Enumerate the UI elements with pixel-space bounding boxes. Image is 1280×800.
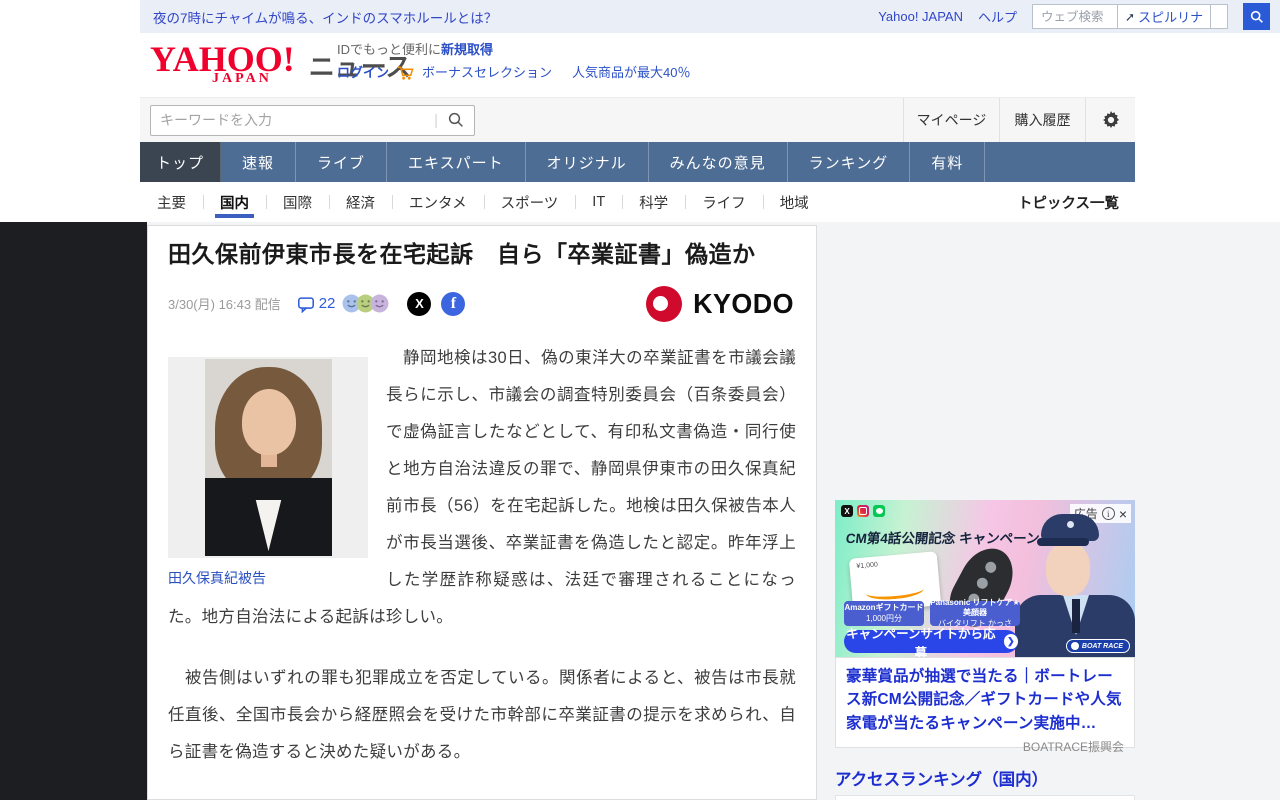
sidebar-ad[interactable]: X 広告 i × CM第4話公開記念 キャンペーン ¥1,000 Amazonギ…	[835, 500, 1135, 657]
arrow-right-icon: ❯	[1003, 634, 1018, 649]
x-share-button[interactable]: X	[407, 291, 432, 316]
toolbar-right-group: マイページ 購入履歴	[903, 98, 1135, 142]
category-domestic[interactable]: 国内	[203, 182, 266, 222]
help-link[interactable]: ヘルプ	[978, 7, 1017, 26]
web-search-input[interactable]	[1041, 9, 1117, 24]
comment-bubble-icon	[297, 295, 315, 313]
gift-card-value: ¥1,000	[856, 561, 879, 571]
search-divider: |	[434, 111, 438, 129]
trending-arrow-icon: ➚	[1125, 9, 1136, 24]
category-it[interactable]: IT	[575, 182, 622, 222]
comment-count-link[interactable]: 22	[297, 295, 336, 313]
signup-link[interactable]: 新規取得	[441, 42, 493, 57]
instagram-icon	[857, 505, 869, 517]
page-background-left-panel	[0, 222, 147, 800]
gear-icon	[1101, 110, 1121, 130]
keyword-search-input[interactable]	[160, 112, 435, 128]
kyodo-mark-icon	[645, 285, 682, 322]
amazon-smile-icon	[865, 580, 925, 602]
kyodo-logo-text: KYODO	[692, 287, 794, 319]
tab-sokuho[interactable]: 速報	[221, 142, 297, 182]
category-science[interactable]: 科学	[622, 182, 685, 222]
topics-list-link[interactable]: トピックス一覧	[1018, 192, 1135, 213]
category-world[interactable]: 国際	[266, 182, 329, 222]
category-region[interactable]: 地域	[762, 182, 826, 222]
news-ticker-bar: 夜の7時にチャイムが鳴る、インドのスマホルールとは？ Yahoo! JAPAN …	[140, 0, 1280, 33]
facebook-share-button[interactable]: f	[441, 291, 466, 316]
reaction-emoji-purple	[370, 294, 389, 313]
category-main[interactable]: 主要	[140, 182, 203, 222]
search-toolbar: | マイページ 購入履歴	[140, 97, 1135, 142]
cart-icon	[397, 65, 414, 81]
access-ranking-heading[interactable]: アクセスランキング（国内）	[835, 766, 1048, 790]
article-meta-row: 3/30(月) 16:43 配信 22 X f KYODO	[168, 285, 796, 322]
category-navigation: 主要 国内 国際 経済 エンタメ スポーツ IT 科学 ライフ 地域 トピックス…	[140, 182, 1135, 222]
ticker-right-group: Yahoo! JAPAN ヘルプ ➚ スピルリナ	[878, 3, 1270, 30]
tab-paid[interactable]: 有料	[910, 142, 986, 182]
article-date: 3/30(月) 16:43 配信	[168, 297, 281, 313]
tab-live[interactable]: ライブ	[296, 142, 388, 182]
web-search-box[interactable]: ➚ スピルリナ	[1032, 4, 1228, 29]
reaction-emoji-stack[interactable]	[342, 294, 389, 313]
category-life[interactable]: ライフ	[685, 182, 763, 222]
article-photo-block: 田久保真紀被告	[168, 356, 368, 588]
ad-social-icons: X	[841, 505, 885, 517]
boat-race-logo: BOAT RACE	[1065, 639, 1130, 653]
ticker-headline-link[interactable]: 夜の7時にチャイムが鳴る、インドのスマホルールとは？	[153, 7, 497, 27]
tab-top[interactable]: トップ	[140, 142, 222, 182]
id-promo-text: IDでもっと便利に	[337, 42, 442, 57]
ad-link[interactable]: 豪華賞品が抽選で当たる｜ボートレース新CM公開記念／ギフトカードや人気家電が当た…	[846, 665, 1124, 735]
header-promo-block: IDでもっと便利に新規取得 ログイン ボーナスセレクション 人気商品が最大40％	[337, 40, 691, 83]
portrait-face	[241, 388, 296, 455]
article-title: 田久保前伊東市長を在宅起訴 自ら「卒業証書」偽造か	[168, 241, 756, 267]
article-paragraph: 被告は東洋大を除籍されていたのに、昨年5月29日～6月4日、自宅または周辺で、卒…	[168, 795, 796, 799]
web-search-button[interactable]	[1243, 3, 1270, 30]
comment-count: 22	[318, 295, 336, 313]
search-suggestion-link[interactable]: スピルリナ	[1138, 7, 1203, 26]
search-suggestion-chip[interactable]: ➚ スピルリナ	[1117, 4, 1212, 29]
search-icon-dark[interactable]	[447, 111, 465, 129]
category-economy[interactable]: 経済	[329, 182, 392, 222]
ad-cta-button[interactable]: キャンペーンサイトから応募 ❯	[844, 627, 1018, 657]
bonus-selection-link[interactable]: ボーナスセレクション	[422, 63, 552, 83]
ad-sponsor: BOATRACE振興会	[1022, 739, 1124, 754]
ranking-card-top	[835, 795, 1135, 800]
main-navigation: トップ 速報 ライブ エキスパート オリジナル みんなの意見 ランキング 有料	[140, 142, 1135, 182]
ad-model-image	[1015, 514, 1135, 657]
article-photo[interactable]	[204, 358, 332, 556]
article-body: 田久保真紀被告 静岡地検は30日、偽の東洋大の卒業証書を市議会議長らに示し、市議…	[168, 340, 796, 799]
purchase-history-button[interactable]: 購入履歴	[999, 98, 1085, 142]
settings-button[interactable]	[1085, 98, 1135, 142]
article-paragraph: 被告側はいずれの罪も犯罪成立を否定している。関係者によると、被告は市長就任直後、…	[168, 668, 796, 761]
photo-caption-link[interactable]: 田久保真紀被告	[168, 568, 368, 588]
mypage-button[interactable]: マイページ	[903, 98, 999, 142]
tab-original[interactable]: オリジナル	[526, 142, 649, 182]
kyodo-logo: KYODO	[645, 285, 796, 322]
site-header: YAHOO! JAPAN ニュース IDでもっと便利に新規取得 ログイン ボーナ…	[140, 33, 1280, 97]
tab-opinions[interactable]: みんなの意見	[649, 142, 788, 182]
category-sports[interactable]: スポーツ	[483, 182, 576, 222]
keyword-search-box[interactable]: |	[150, 104, 475, 136]
ad-link-card: 豪華賞品が抽選で当たる｜ボートレース新CM公開記念／ギフトカードや人気家電が当た…	[835, 657, 1135, 754]
x-icon: X	[841, 505, 853, 517]
article-card: 田久保前伊東市長を在宅起訴 自ら「卒業証書」偽造か 3/30(月) 16:43 …	[147, 225, 817, 800]
tab-expert[interactable]: エキスパート	[387, 142, 526, 182]
sale-link[interactable]: 人気商品が最大40％	[572, 63, 690, 83]
line-icon	[873, 505, 885, 517]
yahoo-japan-link[interactable]: Yahoo! JAPAN	[878, 9, 963, 24]
search-icon	[1249, 9, 1265, 25]
tab-ranking[interactable]: ランキング	[788, 142, 911, 182]
article-photo-frame	[168, 356, 368, 558]
login-link[interactable]: ログイン	[337, 63, 389, 83]
category-entertainment[interactable]: エンタメ	[392, 182, 484, 222]
